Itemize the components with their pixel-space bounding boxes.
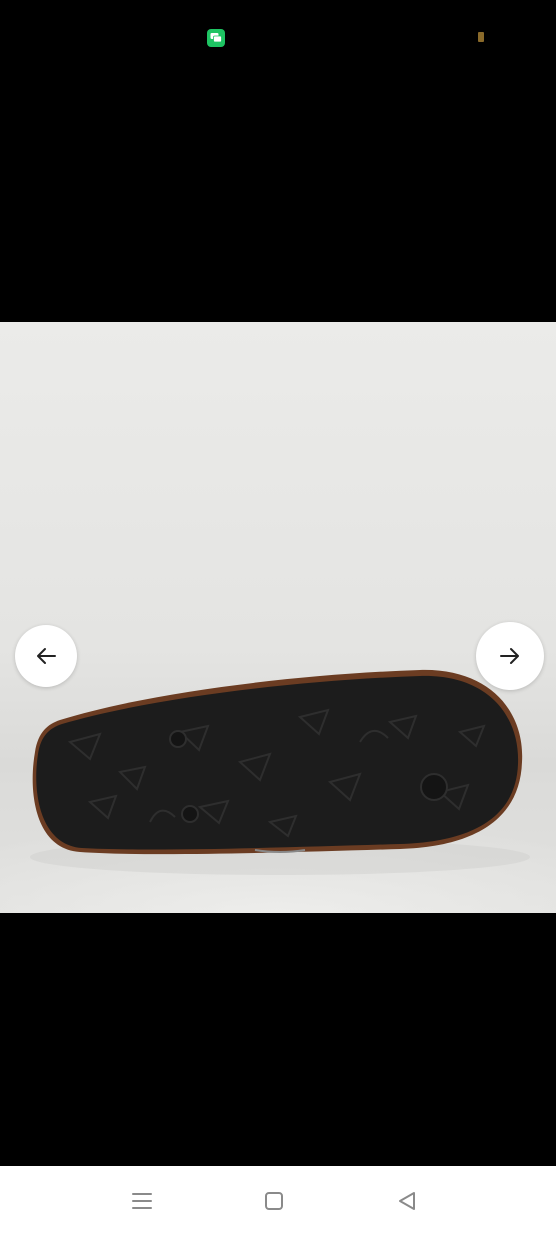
back-icon: [399, 1192, 415, 1210]
menu-icon: [132, 1193, 152, 1209]
arrow-left-icon: [37, 648, 56, 664]
next-image-button[interactable]: [476, 622, 544, 690]
product-photo: [0, 322, 556, 913]
sandal-sole-image: [0, 669, 556, 913]
previous-image-button[interactable]: [15, 625, 77, 687]
home-icon: [265, 1192, 283, 1210]
home-button[interactable]: [261, 1188, 287, 1214]
chat-app-icon: [207, 29, 225, 47]
recent-apps-button[interactable]: [129, 1188, 155, 1214]
system-navigation-bar: [0, 1166, 556, 1235]
status-bar: [0, 0, 556, 74]
battery-icon: [478, 32, 484, 42]
back-button[interactable]: [394, 1188, 420, 1214]
arrow-right-icon: [500, 648, 519, 664]
